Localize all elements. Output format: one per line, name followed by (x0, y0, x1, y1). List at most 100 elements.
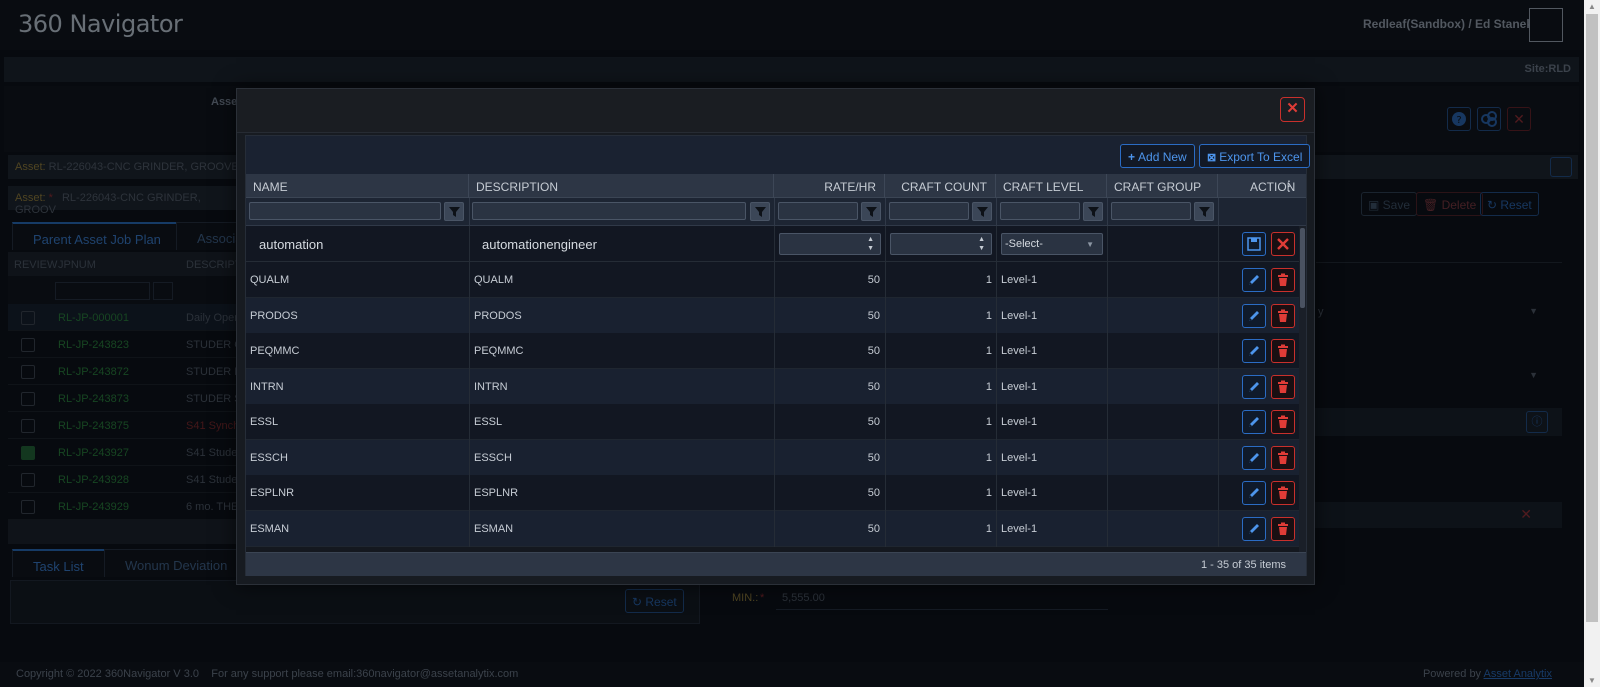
cell-rate: 50 (867, 451, 880, 464)
cell-rate: 50 (867, 309, 880, 322)
cell-level: Level-1 (1001, 522, 1038, 535)
table-row[interactable]: ESSL ESSL 50 1 Level-1 (246, 404, 1299, 440)
cell-level: Level-1 (1001, 487, 1038, 499)
page-scrollbar[interactable]: ▲ ▼ (1584, 0, 1600, 687)
filter-icon[interactable] (972, 202, 992, 221)
cell-description: PRODOS (474, 309, 522, 322)
edit-button[interactable] (1242, 374, 1266, 399)
modal-header: ✕ (237, 89, 1314, 133)
cell-level: Level-1 (1001, 274, 1038, 286)
cell-description: PEQMMC (474, 345, 524, 357)
delete-button[interactable] (1271, 374, 1295, 399)
add-new-button[interactable]: + Add New (1120, 144, 1195, 168)
export-excel-button[interactable]: ⊠ Export To Excel (1199, 144, 1311, 168)
col-name[interactable]: NAME (246, 174, 469, 198)
cell-name: ESSL (250, 416, 279, 428)
cell-level: Level-1 (1001, 345, 1038, 357)
cell-name: QUALM (250, 274, 290, 286)
cell-description: ESMAN (474, 522, 514, 535)
delete-button[interactable] (1271, 303, 1295, 328)
delete-button[interactable] (1271, 339, 1295, 363)
delete-button[interactable] (1271, 410, 1295, 434)
filter-icon[interactable] (861, 202, 881, 221)
cell-count: 1 (985, 487, 992, 499)
edit-rate-stepper[interactable]: ▲ ▼ (779, 233, 881, 255)
cell-level: Level-1 (1001, 416, 1038, 428)
edit-button[interactable] (1242, 268, 1266, 292)
modal-close-button[interactable]: ✕ (1280, 97, 1305, 122)
delete-button[interactable] (1271, 268, 1295, 292)
delete-button[interactable] (1271, 516, 1295, 541)
table-row[interactable]: QUALM QUALM 50 1 Level-1 (246, 262, 1299, 298)
cell-count: 1 (985, 309, 992, 322)
description-filter-input[interactable] (472, 202, 746, 220)
pager-info: 1 - 35 of 35 items (1201, 559, 1286, 571)
grid-header: NAME DESCRIPTION RATE/HR CRAFT COUNT CRA… (246, 173, 1306, 198)
cell-name: PEQMMC (250, 345, 300, 357)
edit-button[interactable] (1242, 303, 1266, 328)
chevron-down-icon: ▼ (1086, 240, 1094, 249)
group-filter-input[interactable] (1111, 202, 1191, 220)
cell-rate: 50 (867, 522, 880, 535)
cell-name: INTRN (250, 380, 284, 393)
edit-count-stepper[interactable]: ▲ ▼ (890, 233, 992, 255)
edit-description-input[interactable]: automationengineer (482, 237, 597, 252)
grid-toolbar: + Add New ⊠ Export To Excel (246, 136, 1311, 174)
col-description[interactable]: DESCRIPTION (469, 174, 774, 198)
plus-icon: + (1128, 150, 1136, 164)
cell-description: ESSCH (474, 451, 512, 464)
edit-button[interactable] (1242, 516, 1266, 541)
table-row[interactable]: PEQMMC PEQMMC 50 1 Level-1 (246, 333, 1299, 369)
col-craft-count[interactable]: CRAFT COUNT (885, 174, 996, 198)
edit-name-input[interactable]: automation (259, 237, 323, 252)
edit-row: automation automationengineer ▲ ▼ ▲ ▼ -Sel… (246, 226, 1299, 262)
cell-count: 1 (985, 274, 992, 286)
filter-icon[interactable] (1194, 202, 1214, 221)
save-row-button[interactable] (1242, 232, 1266, 256)
edit-button[interactable] (1242, 481, 1266, 505)
cell-description: ESPLNR (474, 487, 519, 499)
cell-rate: 50 (867, 416, 880, 428)
table-row[interactable]: ESSCH ESSCH 50 1 Level-1 (246, 439, 1299, 476)
delete-button[interactable] (1271, 445, 1295, 470)
filter-icon[interactable] (750, 202, 770, 221)
edit-level-select[interactable]: -Select- ▼ (1001, 233, 1103, 255)
cell-description: QUALM (474, 274, 514, 286)
cell-rate: 50 (867, 380, 880, 393)
cancel-row-button[interactable] (1271, 232, 1295, 256)
cell-description: INTRN (474, 380, 508, 393)
cell-count: 1 (985, 380, 992, 393)
grid-body: QUALM QUALM 50 1 Level-1 PRODOS PRODOS 50 1 Level… (246, 262, 1299, 552)
cell-count: 1 (985, 345, 992, 357)
cell-level: Level-1 (1001, 380, 1038, 393)
rate-filter-input[interactable] (778, 202, 858, 220)
column-menu-icon[interactable]: · · · (1286, 173, 1292, 197)
delete-button[interactable] (1271, 481, 1295, 505)
edit-button[interactable] (1242, 410, 1266, 434)
cell-count: 1 (985, 522, 992, 535)
name-filter-input[interactable] (249, 202, 441, 220)
table-row[interactable]: PRODOS PRODOS 50 1 Level-1 (246, 297, 1299, 334)
grid-pager: 1 - 35 of 35 items (246, 552, 1306, 576)
filter-icon[interactable] (1083, 202, 1103, 221)
cell-name: ESSCH (250, 451, 288, 464)
col-craft-group[interactable]: CRAFT GROUP (1107, 174, 1218, 198)
col-rate-hr[interactable]: RATE/HR (774, 174, 885, 198)
excel-icon: ⊠ (1207, 152, 1217, 164)
count-filter-input[interactable] (889, 202, 969, 220)
cell-level: Level-1 (1001, 309, 1038, 322)
filter-row (246, 198, 1306, 226)
col-craft-level[interactable]: CRAFT LEVEL (996, 174, 1107, 198)
cell-rate: 50 (867, 487, 880, 499)
table-row[interactable]: INTRN INTRN 50 1 Level-1 (246, 368, 1299, 405)
grid-scrollbar[interactable] (1299, 226, 1306, 552)
filter-icon[interactable] (444, 202, 464, 221)
edit-button[interactable] (1242, 445, 1266, 470)
table-row[interactable]: ESMAN ESMAN 50 1 Level-1 (246, 510, 1299, 547)
edit-button[interactable] (1242, 339, 1266, 363)
table-row[interactable]: ESPLNR ESPLNR 50 1 Level-1 (246, 475, 1299, 511)
cell-rate: 50 (867, 345, 880, 357)
cell-level: Level-1 (1001, 451, 1038, 464)
level-filter-input[interactable] (1000, 202, 1080, 220)
craft-modal: ✕ + Add New ⊠ Export To Excel NAME DESCRIP… (236, 88, 1315, 585)
